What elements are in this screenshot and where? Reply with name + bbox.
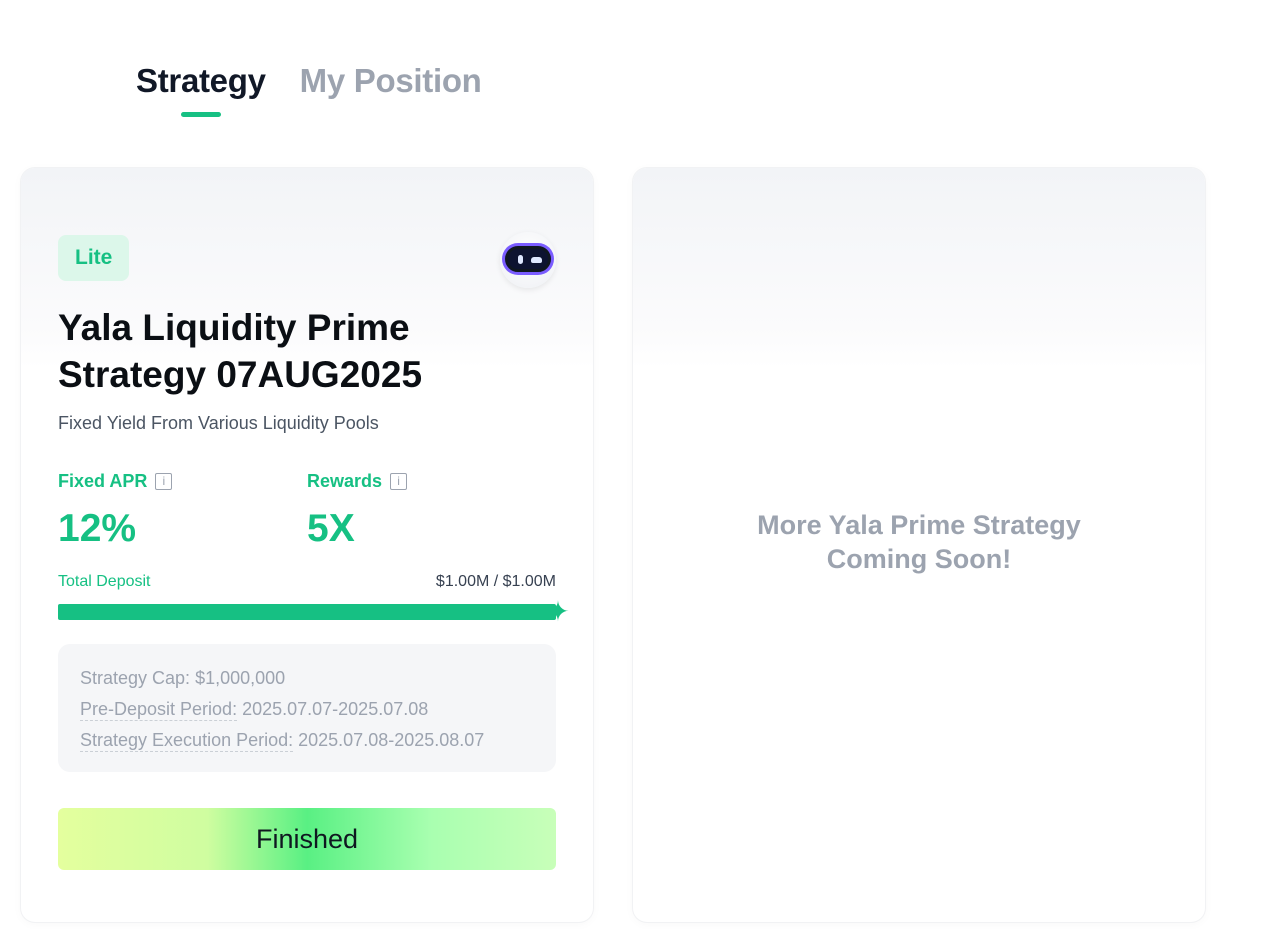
strategy-cap-value: $1,000,000 [195, 668, 286, 688]
tab-my-position-label: My Position [299, 62, 482, 99]
deposit-progress-bar [58, 604, 556, 620]
robot-face [505, 246, 551, 272]
info-icon[interactable]: i [155, 473, 173, 490]
fixed-apr-value: 12% [58, 507, 137, 550]
rewards-label: Rewards i [307, 471, 408, 492]
tab-strategy[interactable]: Strategy [136, 62, 266, 117]
execution-period-line: Strategy Execution Period: 2025.07.08-20… [80, 726, 534, 757]
pre-deposit-value: 2025.07.07-2025.07.08 [237, 699, 429, 719]
robot-icon [500, 232, 556, 288]
total-deposit-label: Total Deposit [58, 573, 151, 590]
fixed-apr-label-text: Fixed APR [58, 471, 148, 491]
pre-deposit-line: Pre-Deposit Period: 2025.07.07-2025.07.0… [80, 695, 534, 726]
execution-period-key[interactable]: Strategy Execution Period: [80, 730, 294, 752]
coming-soon-message: More Yala Prime Strategy Coming Soon! [633, 508, 1205, 576]
total-deposit-row: Total Deposit $1.00M / $1.00M [58, 573, 556, 591]
strategy-card: Lite Yala Liquidity Prime Strategy 07AUG… [21, 168, 593, 922]
rewards-value: 5X [307, 507, 355, 550]
finished-button[interactable]: Finished [58, 808, 556, 870]
tab-strategy-label: Strategy [136, 62, 266, 99]
tab-my-position[interactable]: My Position [300, 62, 482, 100]
sparkle-icon: ✦ [546, 596, 570, 627]
tab-active-indicator [180, 112, 221, 117]
total-deposit-value: $1.00M / $1.00M [435, 573, 556, 590]
page: Strategy My Position Lite Yala Liquidity… [0, 0, 1280, 929]
info-icon[interactable]: i [390, 473, 408, 490]
strategy-cap-line: Strategy Cap: $1,000,000 [80, 664, 534, 695]
lite-badge: Lite [58, 235, 130, 281]
deposit-progress-fill [58, 604, 556, 620]
strategy-cap-key: Strategy Cap: [80, 668, 196, 688]
execution-period-value: 2025.07.08-2025.08.07 [293, 730, 485, 750]
strategy-details: Strategy Cap: $1,000,000 Pre-Deposit Per… [58, 644, 556, 772]
tab-bar: Strategy My Position [136, 62, 482, 117]
fixed-apr-label: Fixed APR i [58, 471, 173, 492]
pre-deposit-key[interactable]: Pre-Deposit Period: [80, 699, 238, 721]
strategy-title: Yala Liquidity Prime Strategy 07AUG2025 [58, 307, 423, 395]
coming-soon-line-1: More Yala Prime Strategy [757, 510, 1081, 540]
coming-soon-card: More Yala Prime Strategy Coming Soon! [633, 168, 1205, 922]
rewards-label-text: Rewards [307, 471, 383, 491]
coming-soon-line-2: Coming Soon! [826, 544, 1012, 574]
strategy-subtitle: Fixed Yield From Various Liquidity Pools [58, 413, 379, 433]
